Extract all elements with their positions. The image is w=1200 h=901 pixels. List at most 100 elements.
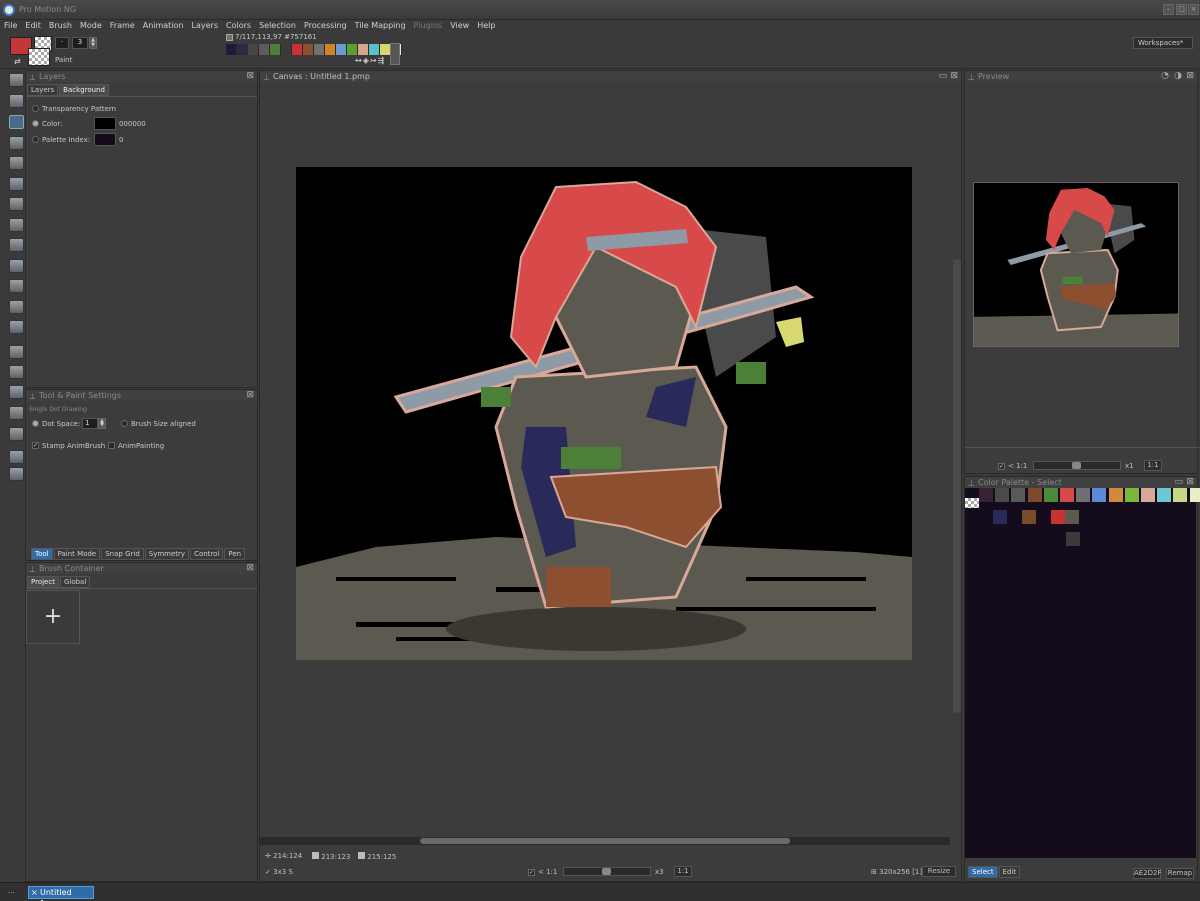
palette-swatch[interactable]: [237, 44, 248, 55]
resize-button[interactable]: Resize: [922, 866, 956, 877]
stack-tool-icon[interactable]: [9, 450, 24, 464]
preview-zoom-left[interactable]: ✓ < 1:1: [998, 462, 1027, 470]
brush-size-input[interactable]: 3: [72, 37, 88, 49]
palette-color-swatch[interactable]: [1027, 488, 1042, 502]
palette-grid[interactable]: [965, 488, 1200, 858]
palette-swatch[interactable]: [358, 44, 369, 55]
stamp-tool-icon[interactable]: [9, 365, 24, 379]
more-options-button[interactable]: ...: [8, 887, 15, 895]
canvas-zoom-reset-button[interactable]: 1:1: [674, 866, 692, 877]
palette-color-swatch[interactable]: [979, 488, 993, 502]
tab-pen[interactable]: Pen: [224, 548, 246, 560]
palette-color-swatch[interactable]: [1157, 488, 1172, 502]
settings-icon[interactable]: ◑: [1174, 71, 1182, 82]
menu-processing[interactable]: Processing: [300, 20, 351, 32]
tile-tool-icon[interactable]: [9, 427, 24, 441]
canvas-vertical-scrollbar[interactable]: [953, 259, 961, 713]
palette-color-swatch[interactable]: [1189, 488, 1200, 502]
close-tab-icon[interactable]: ×: [31, 887, 38, 898]
transparency-pattern-option[interactable]: Transparency Pattern: [32, 104, 116, 113]
brush-tool-icon[interactable]: [9, 385, 24, 399]
menu-edit[interactable]: Edit: [21, 20, 45, 32]
palette-color-swatch[interactable]: [1064, 510, 1079, 524]
palette-color-swatch[interactable]: [995, 488, 1010, 502]
pin-icon[interactable]: ⊥: [29, 564, 36, 575]
palette-color-swatch[interactable]: [1092, 488, 1107, 502]
menu-selection[interactable]: Selection: [255, 20, 300, 32]
tab-snap-grid[interactable]: Snap Grid: [101, 548, 144, 560]
palette-color-swatch[interactable]: [1060, 488, 1074, 502]
tab-layers[interactable]: Layers: [27, 84, 59, 96]
palette-swatch[interactable]: [336, 44, 347, 55]
move-tool-icon[interactable]: [9, 73, 24, 87]
pencil-icon[interactable]: [9, 136, 24, 150]
canvas-zoom-slider[interactable]: [563, 867, 651, 876]
tab-edit[interactable]: Edit: [998, 866, 1021, 878]
add-brush-button[interactable]: +: [26, 590, 80, 644]
palette-color-swatch[interactable]: [1036, 510, 1051, 524]
minimize-icon[interactable]: –: [1163, 4, 1174, 15]
fill-tool-icon[interactable]: [9, 197, 24, 211]
tab-select[interactable]: Select: [968, 866, 998, 878]
smudge-tool-icon[interactable]: [9, 320, 24, 334]
swap-tool-icon[interactable]: [9, 467, 24, 481]
preview-zoom-reset-button[interactable]: 1:1: [1144, 460, 1162, 471]
background-color-swatch[interactable]: [94, 117, 116, 130]
palette-color-swatch[interactable]: [1141, 488, 1155, 502]
brush-size-stepper[interactable]: ▲ ▼: [89, 37, 97, 49]
remap-button[interactable]: Remap: [1166, 868, 1194, 879]
menu-layers[interactable]: Layers: [188, 20, 222, 32]
freehand-tool-icon[interactable]: [9, 115, 24, 129]
gradient-tool-icon[interactable]: [9, 218, 24, 232]
animpainting-checkbox[interactable]: AnimPainting: [108, 441, 164, 450]
menu-plugins[interactable]: Plugins: [410, 20, 447, 32]
palette-swatch[interactable]: [248, 44, 259, 55]
folder-icon[interactable]: ▭: [1174, 477, 1183, 488]
brush-shape-selector[interactable]: ·: [55, 37, 69, 49]
menu-brush[interactable]: Brush: [45, 20, 76, 32]
pixel-art-canvas[interactable]: [296, 167, 912, 660]
canvas-scroll-thumb[interactable]: [420, 838, 790, 844]
palette-color-swatch[interactable]: [1124, 488, 1139, 502]
palette-swatch[interactable]: [369, 44, 380, 55]
tab-project[interactable]: Project: [27, 576, 59, 588]
palette-color-swatch[interactable]: [979, 510, 993, 524]
refresh-icon[interactable]: ◔: [1161, 71, 1169, 82]
transparent-color-swatch[interactable]: [965, 498, 979, 508]
maximize-icon[interactable]: □: [1176, 4, 1187, 15]
palette-swatch[interactable]: [303, 44, 314, 55]
grid-tool-icon[interactable]: [9, 345, 24, 359]
eyedropper-icon[interactable]: [9, 259, 24, 273]
close-icon[interactable]: ×: [1188, 4, 1199, 15]
color-option[interactable]: Color:: [32, 119, 63, 128]
menu-colors[interactable]: Colors: [222, 20, 255, 32]
palette-color-swatch[interactable]: [1050, 510, 1065, 524]
menu-mode[interactable]: Mode: [76, 20, 106, 32]
spray-tool-icon[interactable]: [9, 279, 24, 293]
menu-help[interactable]: Help: [473, 20, 499, 32]
replace-tool-icon[interactable]: [9, 406, 24, 420]
canvas-horizontal-scrollbar[interactable]: [260, 837, 950, 845]
palette-swatch[interactable]: [292, 44, 303, 55]
tab-tool[interactable]: Tool: [31, 548, 53, 560]
palette-swatch[interactable]: [226, 44, 237, 55]
swap-colors-icon[interactable]: ⇄: [14, 57, 21, 66]
ellipse-tool-icon[interactable]: [9, 177, 24, 191]
close-panel-icon[interactable]: ⊠: [1186, 477, 1194, 488]
palette-index-swatch[interactable]: [94, 133, 116, 146]
palette-swatch[interactable]: [270, 44, 281, 55]
dot-space-input[interactable]: 1: [82, 418, 98, 429]
tab-global[interactable]: Global: [59, 576, 91, 588]
menu-view[interactable]: View: [446, 20, 473, 32]
rectangle-tool-icon[interactable]: [9, 156, 24, 170]
palette-nav-icons[interactable]: ↔◈↣⇶: [355, 56, 385, 65]
palette-color-swatch[interactable]: [1076, 488, 1091, 502]
zoom-tool-icon[interactable]: [9, 300, 24, 314]
palette-options-icon[interactable]: [390, 43, 400, 65]
close-panel-icon[interactable]: ⊠: [246, 71, 254, 82]
palette-color-swatch[interactable]: [993, 510, 1008, 524]
menu-tile-mapping[interactable]: Tile Mapping: [351, 20, 410, 32]
palette-color-swatch[interactable]: [1043, 488, 1058, 502]
tab-paint-mode[interactable]: Paint Mode: [53, 548, 101, 560]
palette-swatch[interactable]: [259, 44, 270, 55]
